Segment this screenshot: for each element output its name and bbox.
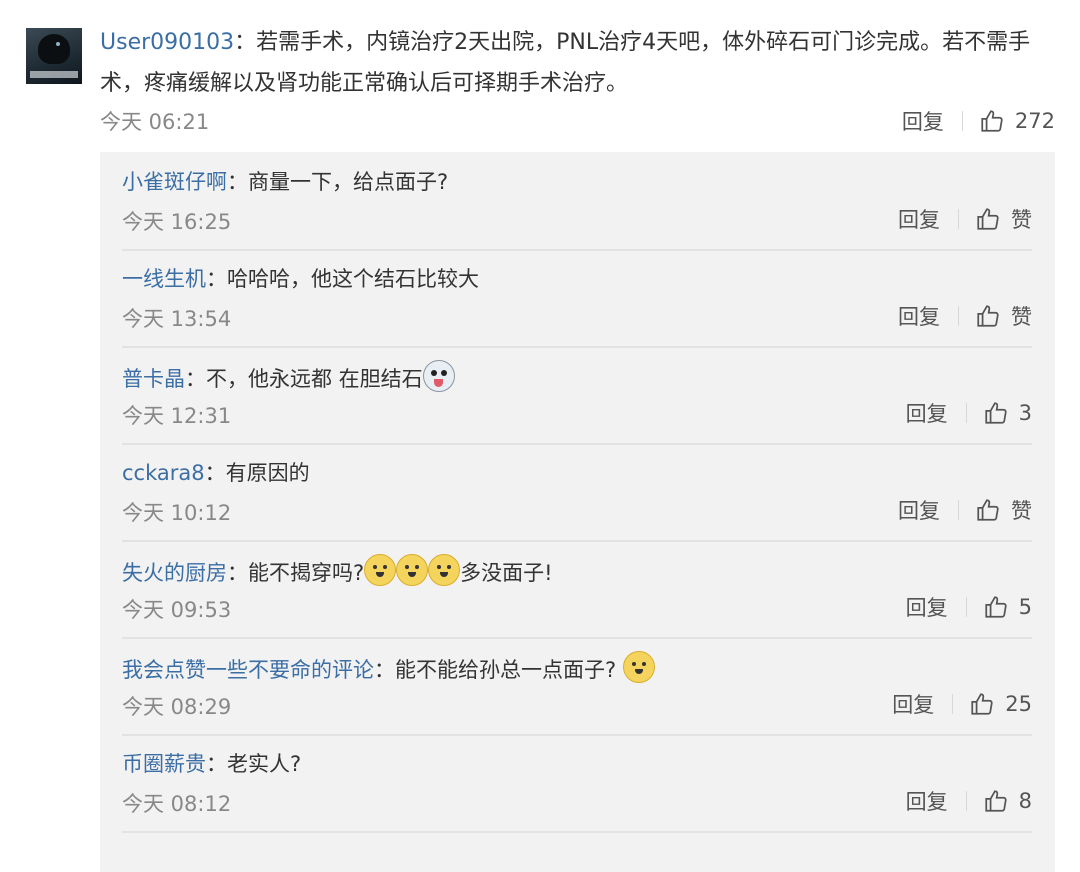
reply-text-after: 多没面子! [460, 561, 553, 585]
like-count: 赞 [1011, 305, 1032, 329]
reply-username[interactable]: 我会点赞一些不要命的评论 [122, 658, 374, 682]
reply-actions: 回复 赞 [898, 301, 1032, 331]
reply-time: 今天 10:12 [122, 501, 232, 525]
like-count: 5 [1018, 595, 1032, 619]
reply-text: ：能不能给孙总一点面子? [374, 658, 617, 682]
thumbs-up-icon [985, 790, 1007, 812]
reply-button[interactable]: 回复 [902, 106, 944, 136]
divider [965, 791, 967, 811]
like-button[interactable]: 272 [979, 108, 1055, 134]
divider [961, 111, 963, 131]
doge-emoji-icon [364, 554, 397, 586]
divider [952, 694, 954, 714]
reply-button[interactable]: 回复 [898, 495, 940, 525]
reply-actions: 回复 5 [906, 592, 1032, 622]
like-button[interactable]: 3 [983, 400, 1032, 426]
thumbs-up-icon [977, 305, 999, 327]
like-count: 3 [1018, 401, 1032, 425]
thumbs-up-icon [977, 499, 999, 521]
thumbs-up-icon [985, 402, 1007, 424]
thumbs-up-icon [985, 596, 1007, 618]
like-count: 赞 [1011, 208, 1032, 232]
list-item: cckara8：有原因的 今天 10:12 回复 赞 [122, 443, 1032, 542]
crow-eye [56, 42, 60, 46]
like-button[interactable]: 5 [983, 594, 1032, 620]
reply-button[interactable]: 回复 [906, 592, 948, 622]
reply-username[interactable]: 币圈薪贵 [122, 752, 206, 776]
like-count: 25 [1005, 692, 1032, 716]
like-button[interactable]: 赞 [975, 204, 1032, 234]
divider [965, 597, 967, 617]
reply-time: 今天 09:53 [122, 598, 232, 622]
thumbs-up-icon [977, 208, 999, 230]
main-comment-text: ：若需手术，内镜治疗2天出院，PNL治疗4天吧，体外碎石可门诊完成。若不需手术，… [100, 30, 1031, 96]
reply-time: 今天 13:54 [122, 307, 232, 331]
divider [958, 306, 959, 326]
list-item: 我会点赞一些不要命的评论：能不能给孙总一点面子? 今天 08:29 回复 25 [122, 637, 1032, 736]
like-button[interactable]: 赞 [975, 495, 1032, 525]
reply-time: 今天 08:12 [122, 792, 232, 816]
divider [958, 500, 959, 520]
like-count: 272 [1014, 109, 1055, 133]
reply-text: ：哈哈哈，他这个结石比较大 [206, 267, 479, 291]
reply-text: ：老实人? [206, 752, 302, 776]
crow-image [38, 34, 70, 64]
thumbs-up-icon [981, 110, 1003, 132]
list-item: 币圈薪贵：老实人? 今天 08:12 回复 8 [122, 734, 1032, 833]
reply-button[interactable]: 回复 [892, 689, 934, 719]
list-item: 失火的厨房：能不揭穿吗? 多没面子! 今天 09:53 回复 5 [122, 540, 1032, 639]
reply-text: ：不，他永远都 在胆结石 [185, 367, 423, 391]
doge-emoji-icon [396, 554, 429, 586]
reply-button[interactable]: 回复 [906, 786, 948, 816]
list-item: 普卡晶：不，他永远都 在胆结石 今天 12:31 回复 3 [122, 346, 1032, 445]
like-button[interactable]: 8 [983, 788, 1032, 814]
main-comment-username[interactable]: User090103 [100, 30, 234, 55]
reply-text: ：有原因的 [204, 461, 310, 485]
thumbs-up-icon [971, 693, 993, 715]
doge-emoji-icon [622, 651, 655, 683]
like-count: 8 [1018, 789, 1032, 813]
reply-actions: 回复 3 [906, 398, 1032, 428]
main-comment-text-block: User090103：若需手术，内镜治疗2天出院，PNL治疗4天吧，体外碎石可门… [100, 22, 1040, 104]
doge-emoji-icon [428, 554, 461, 586]
main-comment-meta: 今天 06:21 回复 272 [100, 106, 1055, 136]
divider [958, 209, 959, 229]
like-count: 赞 [1011, 499, 1032, 523]
reply-username[interactable]: cckara8 [122, 461, 205, 485]
list-item: 一线生机：哈哈哈，他这个结石比较大 今天 13:54 回复 赞 [122, 249, 1032, 348]
avatar[interactable] [26, 28, 82, 84]
reply-button[interactable]: 回复 [898, 301, 940, 331]
reply-time: 今天 12:31 [122, 404, 232, 428]
reply-username[interactable]: 普卡晶 [122, 367, 185, 391]
reply-time: 今天 08:29 [122, 695, 232, 719]
reply-username[interactable]: 失火的厨房 [122, 561, 227, 585]
husky-emoji-icon [422, 360, 455, 392]
list-item: 小雀斑仔啊：商量一下，给点面子? 今天 16:25 回复 赞 [122, 152, 1032, 251]
reply-button[interactable]: 回复 [898, 204, 940, 234]
reply-text: ：商量一下，给点面子? [227, 170, 449, 194]
reply-actions: 回复 赞 [898, 495, 1032, 525]
like-button[interactable]: 25 [969, 691, 1032, 717]
reply-button[interactable]: 回复 [906, 398, 948, 428]
reply-text: ：能不揭穿吗? [227, 561, 365, 585]
reply-actions: 回复 25 [892, 689, 1032, 719]
reply-actions: 回复 赞 [898, 204, 1032, 234]
reply-username[interactable]: 一线生机 [122, 267, 206, 291]
reply-actions: 回复 8 [906, 786, 1032, 816]
avatar-caption [30, 71, 78, 78]
like-button[interactable]: 赞 [975, 301, 1032, 331]
reply-list: 小雀斑仔啊：商量一下，给点面子? 今天 16:25 回复 赞 一线生机：哈哈哈，… [100, 152, 1055, 872]
divider [965, 403, 967, 423]
main-comment-time: 今天 06:21 [100, 110, 210, 134]
reply-username[interactable]: 小雀斑仔啊 [122, 170, 227, 194]
reply-time: 今天 16:25 [122, 210, 232, 234]
main-comment-actions: 回复 272 [902, 106, 1055, 136]
